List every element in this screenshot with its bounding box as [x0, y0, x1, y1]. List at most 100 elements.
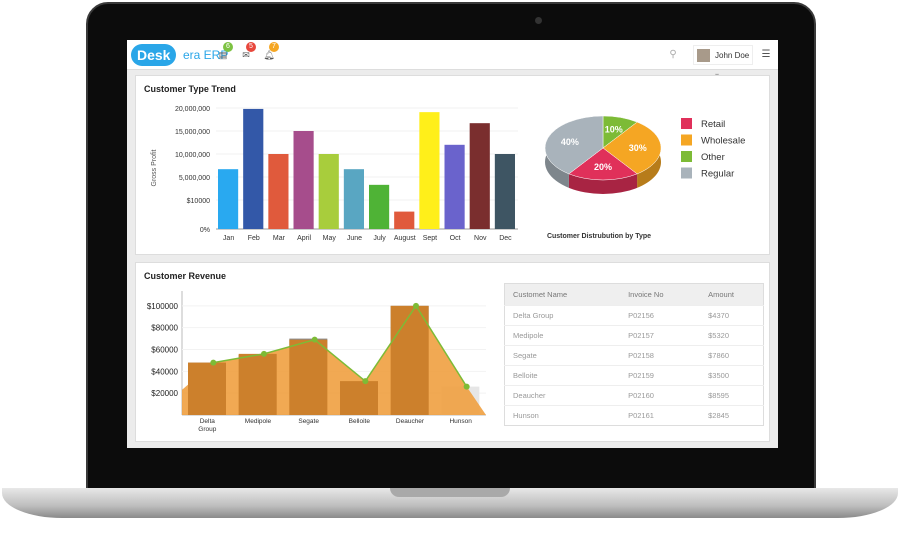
laptop-notch — [390, 488, 510, 497]
screen: Desk era ERP ▤6✉5🔔︎7 ⚲ John Doe ▾ ☰ Cust… — [127, 40, 778, 448]
bar-jan — [218, 169, 239, 229]
bar-may — [318, 154, 339, 229]
user-name: John Doe — [715, 51, 750, 60]
revenue-chart: $20000 $40000 $60000 $80000 $100000 DeltaGrou… — [147, 291, 486, 433]
legend-swatch — [681, 134, 692, 146]
pie-label: 30% — [629, 143, 647, 153]
invoice-table: Customet Name Invoice No Amount Delta Group… — [504, 283, 764, 426]
table-cell: Medipole — [504, 325, 621, 346]
orange-bar — [340, 381, 378, 415]
x-tick-label: Belloite — [349, 418, 371, 425]
legend-label: Retail — [701, 119, 725, 130]
line-point — [362, 378, 369, 385]
menu-icon[interactable]: ☰ — [760, 49, 772, 61]
y-tick-label: $80000 — [151, 324, 178, 333]
bar-sept — [419, 112, 440, 229]
table-cell: $8595 — [700, 385, 764, 406]
table-cell: Deaucher — [504, 385, 621, 406]
y-tick-label: $100000 — [147, 302, 179, 311]
legend-swatch — [681, 118, 692, 129]
bell-icon[interactable]: 🔔︎ 7 — [263, 42, 279, 61]
orange-bar — [390, 305, 429, 415]
y-tick-label: 10,000,000 — [175, 152, 210, 159]
bar-june — [343, 169, 364, 229]
table-row[interactable]: Hunson P02161 $2845 — [504, 405, 764, 426]
line-point — [311, 336, 318, 343]
x-tick-label: Medipole — [245, 418, 272, 425]
y-tick-label: 20,000,000 — [175, 106, 210, 113]
table-cell: $5320 — [700, 325, 764, 346]
bar-mar — [268, 154, 289, 229]
x-tick-label: August — [394, 235, 416, 242]
orange-bar — [188, 362, 226, 415]
x-tick-label: Nov — [474, 235, 487, 242]
y-tick-label: 5,000,000 — [179, 175, 210, 182]
top-bar: Desk era ERP ▤6✉5🔔︎7 ⚲ John Doe ▾ ☰ — [127, 40, 778, 80]
line-point — [413, 302, 419, 309]
orange-bar — [238, 353, 277, 415]
table-cell: Segate — [504, 345, 621, 366]
table-row[interactable]: Segate P02158 $7860 — [504, 345, 764, 366]
y-tick-label: 15,000,000 — [175, 129, 210, 136]
x-tick-label: Sept — [423, 235, 437, 242]
line-point — [463, 383, 470, 390]
legend-label: Other — [701, 152, 725, 163]
table-cell: $7860 — [700, 345, 764, 366]
table-row[interactable]: Delta Group P02156 $4370 — [504, 305, 764, 326]
logo[interactable]: Desk — [131, 44, 177, 66]
x-tick-label: July — [373, 235, 386, 242]
bar-feb — [243, 108, 264, 229]
y-tick-label: $20000 — [151, 389, 178, 398]
table-cell: Delta Group — [504, 305, 621, 326]
legend-swatch — [681, 151, 692, 162]
mail-icon[interactable]: ✉ 5 — [240, 42, 256, 61]
line-point — [261, 350, 267, 357]
table-cell: P02159 — [620, 365, 701, 386]
y-tick-label: $10000 — [187, 198, 210, 205]
x-tick-label: Feb — [248, 235, 260, 242]
x-tick-label: Mar — [273, 235, 286, 242]
table-row[interactable]: Deaucher P02160 $8595 — [504, 385, 764, 406]
user-menu[interactable]: John Doe ▾ — [693, 45, 753, 80]
bar-august — [394, 211, 415, 229]
x-tick-label: Segate — [298, 418, 319, 425]
customer-revenue-panel: Customer Revenue $20000 $40000 $60000 $8000… — [135, 262, 770, 442]
y-tick-label: 0% — [200, 227, 210, 234]
table-cell: P02157 — [620, 325, 701, 346]
legend-swatch — [681, 167, 692, 179]
notification-badge: 5 — [246, 42, 256, 52]
x-tick-label: April — [297, 235, 311, 242]
y-tick-label: $40000 — [151, 367, 178, 376]
x-tick-label: June — [347, 235, 362, 242]
bar-april — [293, 131, 314, 229]
orange-bar — [289, 339, 328, 415]
column-header[interactable]: Customet Name — [504, 283, 621, 306]
table-cell: P02160 — [620, 385, 701, 406]
camera — [535, 17, 542, 24]
table-cell: $3500 — [700, 365, 764, 386]
x-tick-label: Jan — [223, 235, 234, 242]
line-point — [210, 359, 217, 366]
tasks-icon[interactable]: ▤ 6 — [217, 42, 233, 61]
search-icon[interactable]: ⚲ — [667, 49, 679, 61]
pie-chart: 10% 30% 20% 40% Retail Wholesale Other Regular C… — [544, 115, 745, 240]
bar-oct — [444, 144, 465, 229]
legend-label: Regular — [701, 169, 734, 180]
table-cell: P02161 — [620, 405, 701, 426]
pie-label: 20% — [594, 162, 612, 172]
bar-nov — [469, 123, 490, 229]
legend-label: Wholesale — [701, 136, 745, 147]
x-tick-label: Deaucher — [396, 418, 425, 425]
x-tick-label: Dec — [499, 235, 512, 242]
table-row[interactable]: Belloite P02159 $3500 — [504, 365, 764, 386]
table-cell: P02158 — [620, 345, 701, 366]
avatar — [697, 49, 710, 62]
column-header[interactable]: Amount — [700, 283, 764, 306]
y-tick-label: $60000 — [151, 346, 178, 355]
table-cell: Belloite — [504, 365, 621, 386]
pie-label: 10% — [605, 125, 623, 135]
y-axis-label: Gross Profit — [151, 149, 158, 186]
x-tick-label: Oct — [450, 235, 461, 242]
table-row[interactable]: Medipole P02157 $5320 — [504, 325, 764, 346]
column-header[interactable]: Invoice No — [620, 283, 701, 306]
